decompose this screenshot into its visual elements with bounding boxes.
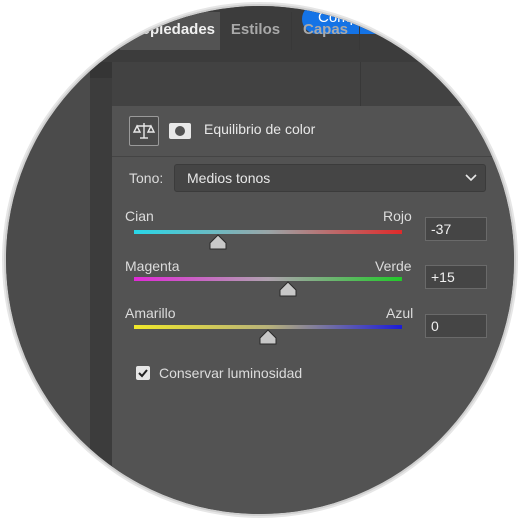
slider-left-label: Cian [125, 208, 154, 224]
tab-layers[interactable]: Capas [292, 12, 360, 50]
tab-styles[interactable]: Estilos [220, 12, 292, 50]
yellow-blue-value-input[interactable]: 0 [425, 314, 487, 338]
slider-thumb[interactable] [209, 234, 227, 250]
canvas-area [6, 62, 90, 514]
slider-thumb[interactable] [259, 329, 277, 345]
zoomed-panel-view: Comp Propiedades Estilos Capas Equilibri… [6, 6, 514, 514]
slider-right-label: Rojo [383, 208, 412, 224]
slider-left-label: Amarillo [125, 305, 176, 321]
tone-dropdown[interactable]: Medios tonos [174, 164, 486, 192]
tone-label: Tono: [129, 170, 164, 186]
tab-separator [360, 62, 361, 106]
tab-properties[interactable]: Propiedades [120, 12, 220, 50]
cyan-red-slider-track[interactable] [134, 230, 402, 234]
magenta-green-slider-track[interactable] [134, 277, 402, 281]
preserve-luminosity-checkbox[interactable] [136, 366, 150, 380]
panel-title: Equilibrio de color [204, 121, 316, 137]
panel-dock-strip [90, 62, 113, 514]
preserve-luminosity-label: Conservar luminosidad [159, 365, 303, 381]
slider-thumb[interactable] [279, 281, 297, 297]
mask-icon[interactable] [167, 118, 193, 144]
magenta-green-value-input[interactable]: +15 [425, 265, 487, 289]
chevron-down-icon [465, 174, 477, 182]
checkmark-icon [138, 369, 148, 378]
slider-left-label: Magenta [125, 258, 180, 274]
dock-grip[interactable] [90, 62, 112, 78]
balance-scale-icon[interactable] [129, 116, 159, 146]
slider-right-label: Azul [386, 305, 414, 321]
panel-tab-bar [112, 62, 514, 106]
slider-right-label: Verde [375, 258, 412, 274]
cyan-red-value-input[interactable]: -37 [425, 217, 487, 241]
tone-value: Medios tonos [187, 170, 271, 186]
